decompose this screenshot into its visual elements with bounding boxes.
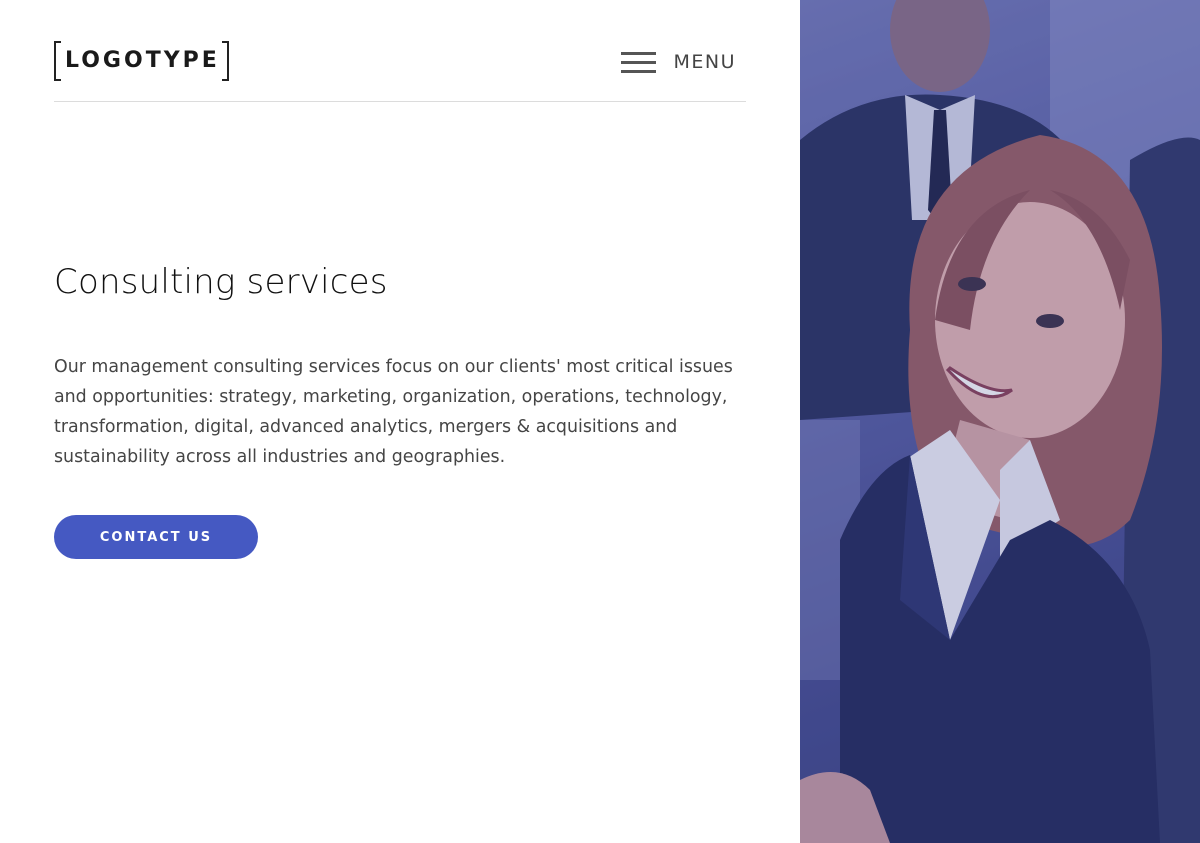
page-title: Consulting services [54,262,388,302]
logo-text: LOGOTYPE [65,48,220,73]
hero-description: Our management consulting services focus… [54,357,733,467]
hero-photo [800,0,1200,843]
site-header: LOGOTYPE MENU [54,0,746,102]
logo-bracket-right [221,41,229,81]
logo[interactable]: LOGOTYPE [54,41,229,81]
menu-label: MENU [673,51,736,73]
menu-button[interactable]: MENU [621,50,736,74]
hero-photo-illustration [800,0,1200,843]
hamburger-icon[interactable] [621,50,657,74]
contact-us-button[interactable]: CONTACT US [54,515,258,559]
logo-bracket-left [54,41,61,81]
content-panel: LOGOTYPE MENU Consulting services Our ma… [0,0,800,843]
